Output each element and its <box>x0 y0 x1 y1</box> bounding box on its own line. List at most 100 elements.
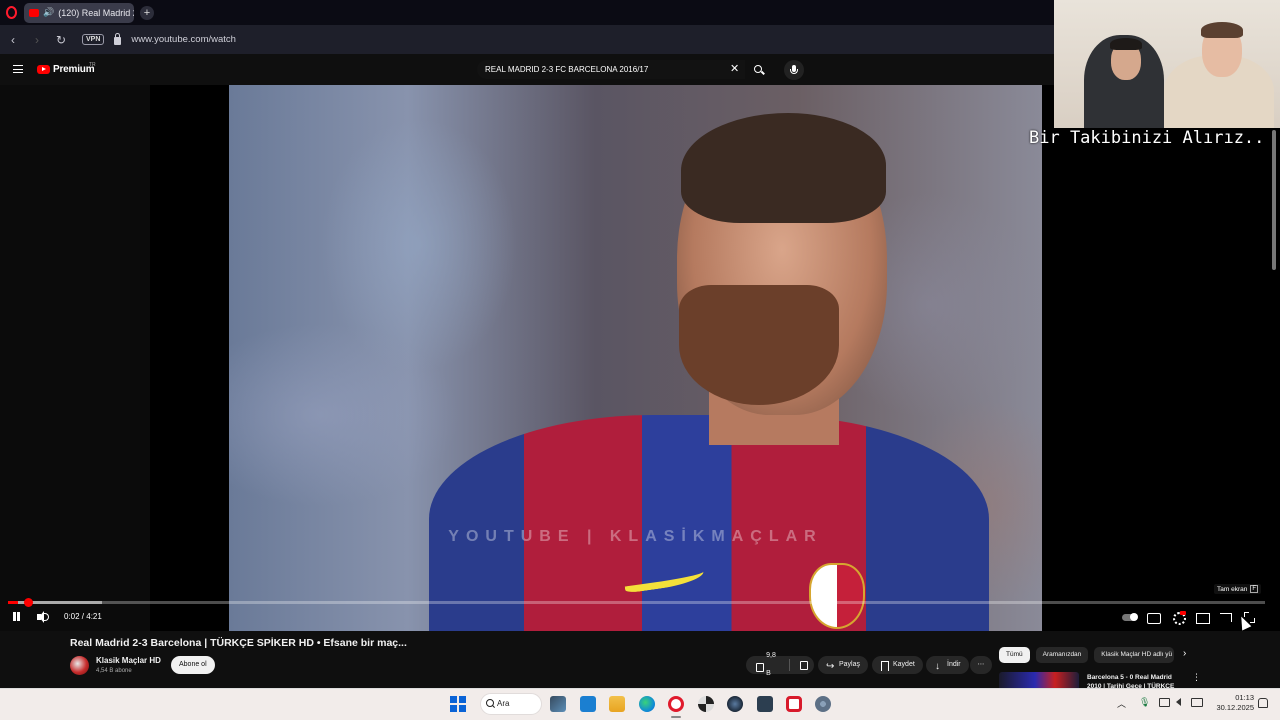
streamer-left-hair <box>1110 38 1142 50</box>
settings-app-icon[interactable] <box>815 696 831 712</box>
youtube-play-icon <box>37 65 50 74</box>
opera-gx-icon[interactable] <box>786 696 802 712</box>
lock-icon[interactable] <box>114 33 122 45</box>
tray-overflow-icon[interactable]: ︿ <box>1117 697 1126 710</box>
like-count[interactable]: 9,8 B <box>766 647 781 683</box>
progress-played <box>8 601 19 604</box>
progress-scrubber[interactable] <box>24 598 34 607</box>
more-actions-button[interactable]: ⋯ <box>970 656 992 674</box>
reload-button[interactable]: ↻ <box>54 33 68 47</box>
related-filter-chips: Tümü Aramanızdan Klasik Maçlar HD adlı y… <box>999 647 1175 663</box>
search-query-text[interactable]: REAL MADRID 2-3 FC BARCELONA 2016/17 <box>485 65 648 74</box>
like-icon[interactable] <box>754 661 765 672</box>
app-icon[interactable] <box>698 696 714 712</box>
taskbar-search[interactable]: Ara <box>480 693 542 715</box>
share-label: Paylaş <box>839 661 861 668</box>
channel-avatar[interactable] <box>70 656 89 675</box>
settings-gear-icon[interactable] <box>1171 610 1186 625</box>
battery-icon[interactable] <box>1191 698 1203 707</box>
player-hair <box>681 113 886 223</box>
progress-buffer <box>8 601 103 604</box>
download-icon <box>934 658 943 676</box>
taskbar-clock[interactable]: 01:13 30.12.2025 <box>1210 693 1254 713</box>
clock-date: 30.12.2025 <box>1216 703 1254 712</box>
download-button[interactable]: İndir <box>926 656 969 676</box>
recommendation-title[interactable]: Barcelona 5 - 0 Real Madrid 2010 | Tarih… <box>1087 673 1179 688</box>
club-crest <box>809 563 865 629</box>
voice-search-icon[interactable] <box>784 60 804 80</box>
tab-title: (120) Real Madrid 2-3 <box>58 7 134 18</box>
autoplay-toggle-icon[interactable] <box>1122 610 1138 624</box>
bookmark-icon <box>880 660 889 671</box>
dislike-icon[interactable] <box>798 660 809 670</box>
save-label: Kaydet <box>893 661 915 668</box>
share-icon <box>826 658 835 676</box>
save-button[interactable]: Kaydet <box>872 656 923 674</box>
clock-time: 01:13 <box>1235 693 1254 702</box>
fullscreen-tooltip: Tam ekran F <box>1214 584 1262 594</box>
player-beard <box>679 285 839 405</box>
fullscreen-shortcut-key: F <box>1250 585 1259 593</box>
start-menu-icon[interactable] <box>450 696 466 712</box>
fullscreen-tooltip-label: Tam ekran <box>1217 585 1248 593</box>
edge-icon[interactable] <box>639 696 655 712</box>
page-scrollbar[interactable] <box>1272 130 1276 270</box>
clear-search-icon[interactable]: ✕ <box>730 63 739 75</box>
url-field[interactable]: www.youtube.com/watch <box>131 34 236 45</box>
cast-icon[interactable] <box>1218 610 1232 624</box>
time-display: 0:02 / 4:21 <box>64 612 102 621</box>
subtitles-icon[interactable] <box>1146 610 1161 624</box>
utility-app-icon[interactable] <box>757 696 773 712</box>
video-frame[interactable]: YOUTUBE | KLASİKMAÇLAR <box>229 85 1042 631</box>
recommendation-menu-icon[interactable]: ⋮ <box>1192 672 1201 683</box>
chip-channel[interactable]: Klasik Maçlar HD adlı yü <box>1094 647 1175 663</box>
microphone-icon[interactable]: 🎙 <box>1139 697 1150 708</box>
vpn-badge[interactable]: VPN <box>82 34 105 45</box>
task-view-icon[interactable] <box>550 696 566 712</box>
chip-from-search[interactable]: Aramanızdan <box>1035 647 1089 663</box>
volume-tray-icon[interactable] <box>1176 698 1187 707</box>
progress-bar[interactable] <box>8 598 1265 607</box>
youtube-logo[interactable]: Premium <box>37 64 95 75</box>
recommendation-thumbnail[interactable] <box>999 672 1079 688</box>
notification-bell-icon[interactable] <box>1258 698 1268 708</box>
browser-tab-strip: 🔊 (120) Real Madrid 2-3 + <box>0 0 1054 25</box>
subscribe-button[interactable]: Abone ol <box>171 656 215 674</box>
screen: 🔊 (120) Real Madrid 2-3 + ‹ › ↻ VPN www.… <box>0 0 1280 720</box>
volume-icon[interactable] <box>36 610 50 624</box>
tab-audio-icon[interactable]: 🔊 <box>43 7 54 18</box>
chips-next-icon[interactable]: › <box>1183 648 1186 659</box>
steam-icon[interactable] <box>727 696 743 712</box>
subscriber-count: 4,54 B abone <box>96 668 132 674</box>
youtube-favicon-icon <box>29 8 39 17</box>
share-button[interactable]: Paylaş <box>818 656 869 676</box>
like-dislike-group: 9,8 B <box>746 652 814 677</box>
video-title: Real Madrid 2-3 Barcelona | TÜRKÇE SPİKE… <box>70 637 407 649</box>
hamburger-menu-icon[interactable] <box>13 65 23 73</box>
chip-all[interactable]: Tümü <box>999 647 1030 663</box>
player-letterbox <box>0 85 150 631</box>
search-icon[interactable] <box>750 62 768 78</box>
pause-icon[interactable] <box>12 610 21 624</box>
address-bar: ‹ › ↻ VPN www.youtube.com/watch <box>0 25 1054 54</box>
stream-overlay-text: Bir Takibinizi Alırız.. <box>1029 128 1265 148</box>
streamer-right-hair <box>1201 22 1243 38</box>
new-tab-button[interactable]: + <box>140 5 154 20</box>
download-label: İndir <box>947 661 961 668</box>
network-icon[interactable] <box>1159 698 1170 707</box>
browser-tab-youtube[interactable]: 🔊 (120) Real Madrid 2-3 <box>24 2 134 23</box>
opera-browser-icon[interactable] <box>668 696 684 712</box>
forward-button[interactable]: › <box>30 33 44 47</box>
opera-menu-icon[interactable] <box>0 0 22 25</box>
active-app-indicator <box>671 716 681 718</box>
file-explorer-icon[interactable] <box>609 696 625 712</box>
region-code: TR <box>89 62 96 68</box>
video-watermark: YOUTUBE | KLASİKMAÇLAR <box>448 528 823 545</box>
widgets-icon[interactable] <box>580 696 596 712</box>
miniplayer-icon[interactable] <box>1195 610 1210 624</box>
back-button[interactable]: ‹ <box>6 33 20 47</box>
channel-name[interactable]: Klasik Maçlar HD <box>96 656 161 665</box>
player-jersey <box>429 415 989 631</box>
webcam-overlay <box>1054 0 1280 128</box>
like-divider <box>788 659 790 671</box>
